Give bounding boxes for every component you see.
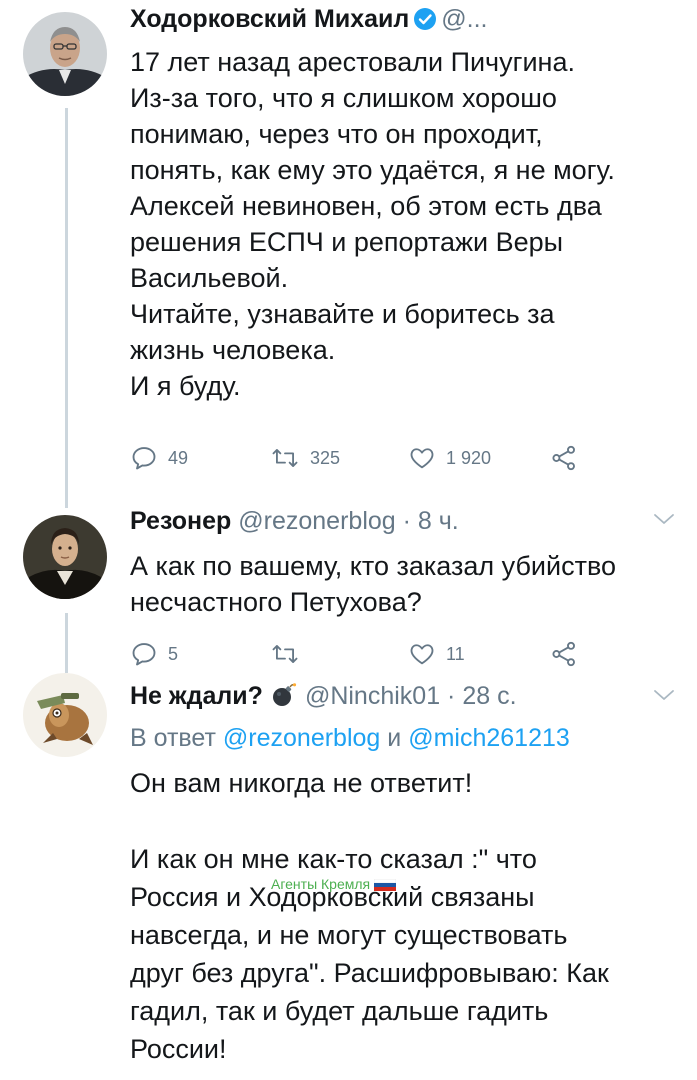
tweet-line: России! [130,1034,227,1064]
bomb-icon [271,682,297,715]
tweet-header: Резонер @rezonerblog · 8 ч. [130,506,459,536]
thread-line [65,613,68,673]
like-button[interactable]: 1 920 [408,444,491,472]
watermark-text: Агенты Кремля [271,876,371,892]
verified-badge-icon [413,7,437,38]
tweet-header: Не ждали? @Ninchik01 · 28 с. [130,681,517,715]
thread-line [65,108,68,508]
reply-prefix: В ответ [130,724,216,752]
like-count: 11 [446,643,465,664]
retweet-button[interactable] [270,640,310,668]
tweet-line: несчастного Петухова? [130,587,422,617]
tweet-line: решения ЕСПЧ и репортажи Веры [130,227,564,257]
chevron-down-icon[interactable] [653,688,675,707]
reply-to: В ответ @rezonerblog и @mich261213 [130,723,570,753]
tweet-line [130,802,679,840]
like-button[interactable]: 11 [408,640,465,668]
like-icon [408,444,436,472]
tweet-line: навсегда, и не могут существовать [130,920,568,950]
watermark: Агенты Кремля [271,876,397,892]
retweet-icon [270,640,300,668]
reply-count: 49 [168,447,189,468]
russian-flag-icon [373,878,397,891]
share-button[interactable] [550,640,578,668]
tweet-line: Он вам никогда не ответит! [130,768,473,798]
tweet-line: И я буду. [130,371,241,401]
author-name[interactable]: Не ждали? [130,682,263,710]
tweet-line: А как по вашему, кто заказал убийство [130,551,616,581]
avatar[interactable] [23,673,107,757]
tweet-line: понять, как ему это удаётся, я не могу. [130,155,615,185]
tweet-text: 17 лет назад арестовали Пичугина. Из-за … [130,44,679,404]
share-icon [550,640,578,668]
tweet-line: И как он мне как-то сказал :" что [130,844,537,874]
mention-link[interactable]: @rezonerblog [223,724,380,752]
reply-button[interactable]: 5 [130,640,178,668]
reply-icon [130,444,158,472]
like-count: 1 920 [446,447,492,468]
author-handle[interactable]: @rezonerblog [238,507,395,535]
tweet-text: А как по вашему, кто заказал убийство не… [130,548,679,620]
avatar[interactable] [23,12,107,96]
tweet-time[interactable]: · 28 с. [447,682,516,710]
tweet-actions: 5 11 [130,640,590,670]
mention-link[interactable]: @mich261213 [408,724,570,752]
reply-and: и [387,724,402,752]
like-icon [408,640,436,668]
tweet-line: Васильевой. [130,263,289,293]
tweet-line: друг без друга". Расшифровываю: Как [130,958,609,988]
tweet-line: понимаю, через что он проходит, [130,119,543,149]
retweet-count: 325 [310,447,341,468]
tweet-line: жизнь человека. [130,335,336,365]
avatar[interactable] [23,515,107,599]
author-name[interactable]: Резонер [130,507,231,535]
tweet-text: Он вам никогда не ответит! И как он мне … [130,764,679,1068]
tweet-header: Ходорковский Михаил @... [130,4,487,38]
tweet-line: Россия и Ходорковский связаны [130,882,535,912]
reply-icon [130,640,158,668]
author-name[interactable]: Ходорковский Михаил [130,5,409,33]
tweet-time[interactable]: · 8 ч. [403,507,459,535]
reply-count: 5 [168,643,179,664]
tweet-line: Алексей невиновен, об этом есть два [130,191,602,221]
share-button[interactable] [550,444,578,472]
tweet-line: гадил, так и будет дальше гадить [130,996,549,1026]
retweet-icon [270,444,300,472]
tweet-line: Из-за того, что я слишком хорошо [130,83,557,113]
chevron-down-icon[interactable] [653,512,675,531]
tweet-line: 17 лет назад арестовали Пичугина. [130,47,575,77]
author-handle[interactable]: @Ninchik01 [305,682,440,710]
reply-button[interactable]: 49 [130,444,188,472]
tweet-line: Читайте, узнавайте и боритесь за [130,299,555,329]
tweet-actions: 49 325 1 920 [130,444,590,474]
retweet-button[interactable]: 325 [270,444,340,472]
author-handle[interactable]: @... [441,5,487,33]
share-icon [550,444,578,472]
